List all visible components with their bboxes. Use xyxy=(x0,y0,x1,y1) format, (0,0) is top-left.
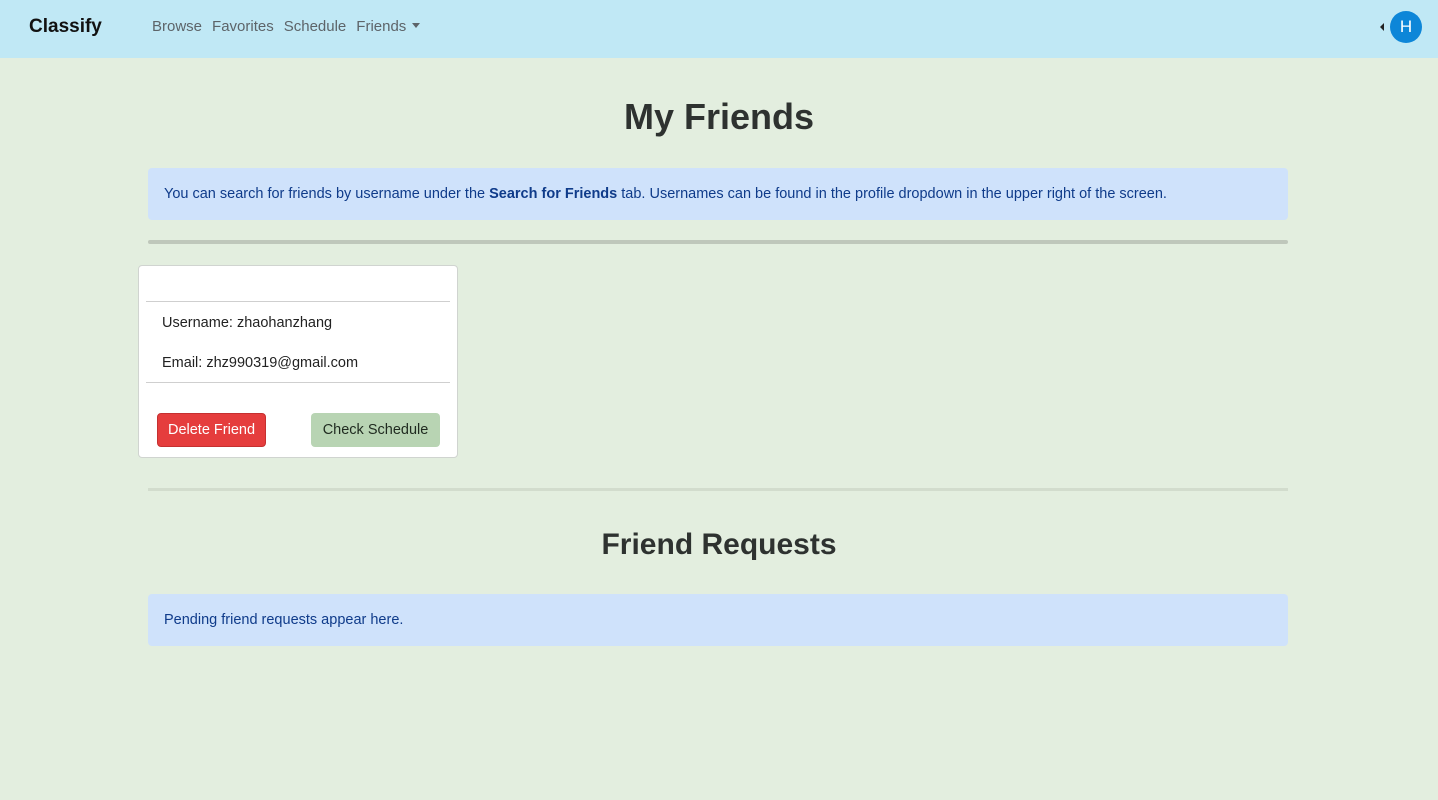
nav-browse[interactable]: Browse xyxy=(152,18,202,35)
card-header xyxy=(146,266,450,302)
divider xyxy=(148,488,1288,491)
caret-left-icon xyxy=(1380,23,1384,31)
friend-card: Username: zhaohanzhang Email: zhz990319@… xyxy=(138,265,458,458)
brand-logo[interactable]: Classify xyxy=(29,16,102,38)
info-alert: You can search for friends by username u… xyxy=(148,168,1288,220)
requests-alert-text: Pending friend requests appear here. xyxy=(164,612,404,628)
requests-alert: Pending friend requests appear here. xyxy=(148,594,1288,646)
friend-requests-title: Friend Requests xyxy=(601,528,837,561)
chevron-down-icon xyxy=(412,23,421,28)
card-body: Username: zhaohanzhang Email: zhz990319@… xyxy=(146,302,450,383)
friend-username: Username: zhaohanzhang xyxy=(162,315,333,331)
divider xyxy=(148,240,1288,244)
top-navbar: Classify Browse Favorites Schedule Frien… xyxy=(0,0,1438,58)
info-alert-text: You can search for friends by username u… xyxy=(164,186,1167,202)
nav-schedule[interactable]: Schedule xyxy=(284,18,347,35)
nav-friends-dropdown[interactable]: Friends xyxy=(356,18,421,35)
nav-links: Browse Favorites Schedule Friends xyxy=(152,18,421,35)
nav-friends-label: Friends xyxy=(356,18,407,35)
check-schedule-button[interactable]: Check Schedule xyxy=(311,413,440,447)
friend-email: Email: zhz990319@gmail.com xyxy=(162,355,359,371)
page-title: My Friends xyxy=(623,96,815,137)
avatar[interactable]: H xyxy=(1390,11,1422,43)
delete-friend-button[interactable]: Delete Friend xyxy=(157,413,266,447)
nav-favorites[interactable]: Favorites xyxy=(212,18,274,35)
profile-dropdown[interactable]: H xyxy=(1380,11,1422,43)
